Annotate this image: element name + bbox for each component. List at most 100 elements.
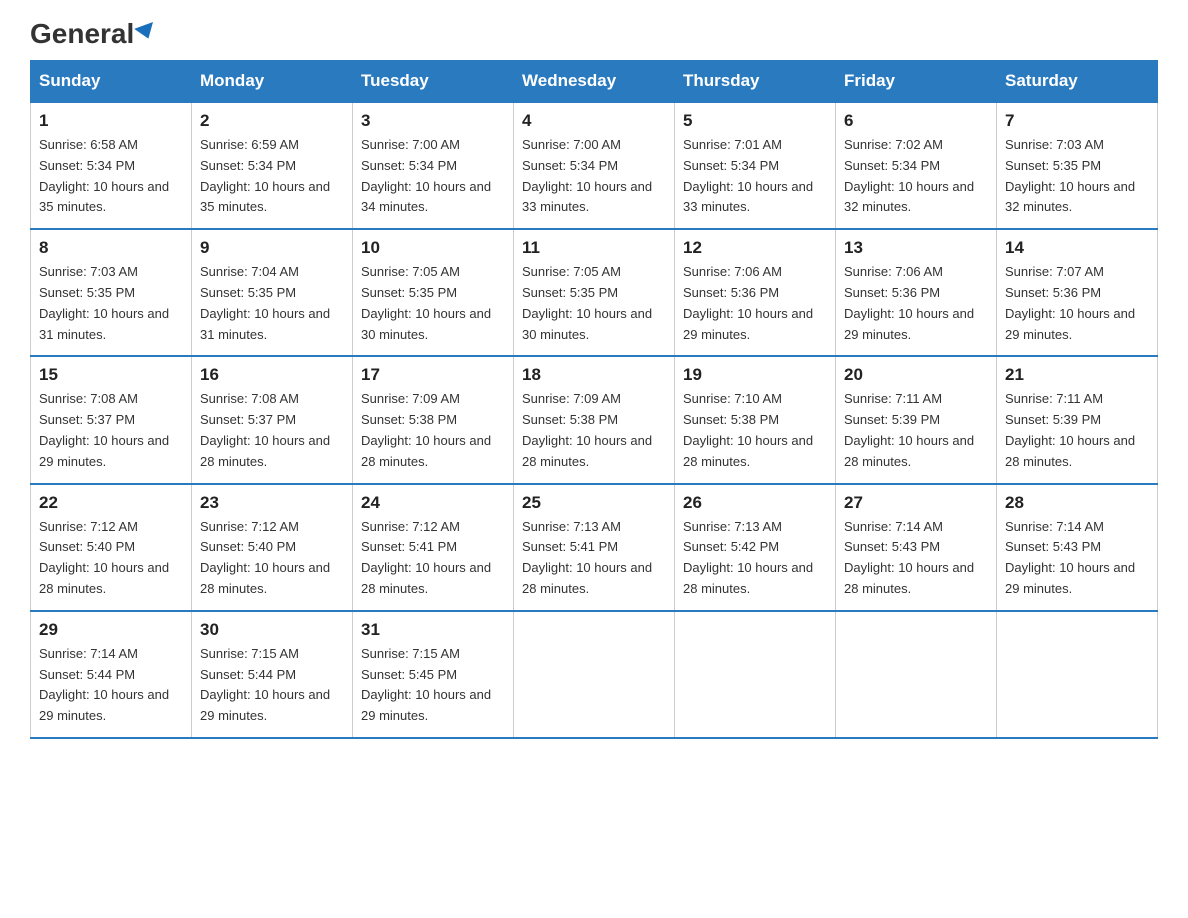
calendar-cell: 5 Sunrise: 7:01 AM Sunset: 5:34 PM Dayli… — [675, 102, 836, 229]
day-info: Sunrise: 7:09 AM Sunset: 5:38 PM Dayligh… — [522, 389, 666, 472]
day-number: 13 — [844, 238, 988, 258]
logo: General — [30, 20, 156, 50]
weekday-header-sunday: Sunday — [31, 61, 192, 103]
day-info: Sunrise: 7:14 AM Sunset: 5:44 PM Dayligh… — [39, 644, 183, 727]
logo-text: General — [30, 20, 156, 48]
day-number: 26 — [683, 493, 827, 513]
calendar-week-row: 29 Sunrise: 7:14 AM Sunset: 5:44 PM Dayl… — [31, 611, 1158, 738]
day-info: Sunrise: 7:05 AM Sunset: 5:35 PM Dayligh… — [361, 262, 505, 345]
day-info: Sunrise: 7:14 AM Sunset: 5:43 PM Dayligh… — [1005, 517, 1149, 600]
calendar-cell: 10 Sunrise: 7:05 AM Sunset: 5:35 PM Dayl… — [353, 229, 514, 356]
calendar-cell: 14 Sunrise: 7:07 AM Sunset: 5:36 PM Dayl… — [997, 229, 1158, 356]
weekday-header-tuesday: Tuesday — [353, 61, 514, 103]
day-number: 31 — [361, 620, 505, 640]
day-info: Sunrise: 7:09 AM Sunset: 5:38 PM Dayligh… — [361, 389, 505, 472]
day-info: Sunrise: 7:04 AM Sunset: 5:35 PM Dayligh… — [200, 262, 344, 345]
day-number: 2 — [200, 111, 344, 131]
day-info: Sunrise: 7:07 AM Sunset: 5:36 PM Dayligh… — [1005, 262, 1149, 345]
day-info: Sunrise: 7:15 AM Sunset: 5:44 PM Dayligh… — [200, 644, 344, 727]
calendar-week-row: 22 Sunrise: 7:12 AM Sunset: 5:40 PM Dayl… — [31, 484, 1158, 611]
day-info: Sunrise: 7:05 AM Sunset: 5:35 PM Dayligh… — [522, 262, 666, 345]
day-number: 19 — [683, 365, 827, 385]
calendar-cell: 24 Sunrise: 7:12 AM Sunset: 5:41 PM Dayl… — [353, 484, 514, 611]
day-info: Sunrise: 6:59 AM Sunset: 5:34 PM Dayligh… — [200, 135, 344, 218]
day-number: 17 — [361, 365, 505, 385]
day-info: Sunrise: 7:03 AM Sunset: 5:35 PM Dayligh… — [1005, 135, 1149, 218]
calendar-cell: 21 Sunrise: 7:11 AM Sunset: 5:39 PM Dayl… — [997, 356, 1158, 483]
day-info: Sunrise: 7:01 AM Sunset: 5:34 PM Dayligh… — [683, 135, 827, 218]
weekday-header-saturday: Saturday — [997, 61, 1158, 103]
calendar-cell: 19 Sunrise: 7:10 AM Sunset: 5:38 PM Dayl… — [675, 356, 836, 483]
calendar-cell: 28 Sunrise: 7:14 AM Sunset: 5:43 PM Dayl… — [997, 484, 1158, 611]
calendar-cell: 4 Sunrise: 7:00 AM Sunset: 5:34 PM Dayli… — [514, 102, 675, 229]
weekday-header-wednesday: Wednesday — [514, 61, 675, 103]
day-number: 23 — [200, 493, 344, 513]
weekday-header-row: SundayMondayTuesdayWednesdayThursdayFrid… — [31, 61, 1158, 103]
day-info: Sunrise: 7:15 AM Sunset: 5:45 PM Dayligh… — [361, 644, 505, 727]
day-info: Sunrise: 7:12 AM Sunset: 5:41 PM Dayligh… — [361, 517, 505, 600]
calendar-cell: 16 Sunrise: 7:08 AM Sunset: 5:37 PM Dayl… — [192, 356, 353, 483]
calendar-cell: 11 Sunrise: 7:05 AM Sunset: 5:35 PM Dayl… — [514, 229, 675, 356]
calendar-cell: 3 Sunrise: 7:00 AM Sunset: 5:34 PM Dayli… — [353, 102, 514, 229]
calendar-cell — [997, 611, 1158, 738]
day-number: 25 — [522, 493, 666, 513]
day-info: Sunrise: 7:06 AM Sunset: 5:36 PM Dayligh… — [844, 262, 988, 345]
day-info: Sunrise: 6:58 AM Sunset: 5:34 PM Dayligh… — [39, 135, 183, 218]
calendar-cell: 30 Sunrise: 7:15 AM Sunset: 5:44 PM Dayl… — [192, 611, 353, 738]
calendar-cell: 1 Sunrise: 6:58 AM Sunset: 5:34 PM Dayli… — [31, 102, 192, 229]
calendar-cell: 12 Sunrise: 7:06 AM Sunset: 5:36 PM Dayl… — [675, 229, 836, 356]
calendar-cell: 8 Sunrise: 7:03 AM Sunset: 5:35 PM Dayli… — [31, 229, 192, 356]
day-number: 14 — [1005, 238, 1149, 258]
day-info: Sunrise: 7:03 AM Sunset: 5:35 PM Dayligh… — [39, 262, 183, 345]
day-number: 12 — [683, 238, 827, 258]
logo-triangle-icon — [134, 22, 158, 42]
day-number: 8 — [39, 238, 183, 258]
day-info: Sunrise: 7:10 AM Sunset: 5:38 PM Dayligh… — [683, 389, 827, 472]
day-number: 7 — [1005, 111, 1149, 131]
day-number: 20 — [844, 365, 988, 385]
calendar-week-row: 1 Sunrise: 6:58 AM Sunset: 5:34 PM Dayli… — [31, 102, 1158, 229]
calendar-table: SundayMondayTuesdayWednesdayThursdayFrid… — [30, 60, 1158, 739]
calendar-cell: 31 Sunrise: 7:15 AM Sunset: 5:45 PM Dayl… — [353, 611, 514, 738]
calendar-cell: 27 Sunrise: 7:14 AM Sunset: 5:43 PM Dayl… — [836, 484, 997, 611]
calendar-cell: 6 Sunrise: 7:02 AM Sunset: 5:34 PM Dayli… — [836, 102, 997, 229]
day-number: 10 — [361, 238, 505, 258]
day-info: Sunrise: 7:11 AM Sunset: 5:39 PM Dayligh… — [844, 389, 988, 472]
day-number: 9 — [200, 238, 344, 258]
day-info: Sunrise: 7:14 AM Sunset: 5:43 PM Dayligh… — [844, 517, 988, 600]
day-number: 24 — [361, 493, 505, 513]
calendar-cell — [836, 611, 997, 738]
weekday-header-thursday: Thursday — [675, 61, 836, 103]
calendar-cell: 20 Sunrise: 7:11 AM Sunset: 5:39 PM Dayl… — [836, 356, 997, 483]
day-info: Sunrise: 7:08 AM Sunset: 5:37 PM Dayligh… — [39, 389, 183, 472]
day-info: Sunrise: 7:00 AM Sunset: 5:34 PM Dayligh… — [522, 135, 666, 218]
calendar-cell: 17 Sunrise: 7:09 AM Sunset: 5:38 PM Dayl… — [353, 356, 514, 483]
weekday-header-friday: Friday — [836, 61, 997, 103]
day-info: Sunrise: 7:13 AM Sunset: 5:41 PM Dayligh… — [522, 517, 666, 600]
day-number: 15 — [39, 365, 183, 385]
day-info: Sunrise: 7:06 AM Sunset: 5:36 PM Dayligh… — [683, 262, 827, 345]
day-number: 11 — [522, 238, 666, 258]
calendar-cell: 13 Sunrise: 7:06 AM Sunset: 5:36 PM Dayl… — [836, 229, 997, 356]
day-info: Sunrise: 7:08 AM Sunset: 5:37 PM Dayligh… — [200, 389, 344, 472]
calendar-cell: 7 Sunrise: 7:03 AM Sunset: 5:35 PM Dayli… — [997, 102, 1158, 229]
day-number: 22 — [39, 493, 183, 513]
calendar-cell: 18 Sunrise: 7:09 AM Sunset: 5:38 PM Dayl… — [514, 356, 675, 483]
calendar-cell: 26 Sunrise: 7:13 AM Sunset: 5:42 PM Dayl… — [675, 484, 836, 611]
day-info: Sunrise: 7:13 AM Sunset: 5:42 PM Dayligh… — [683, 517, 827, 600]
day-info: Sunrise: 7:00 AM Sunset: 5:34 PM Dayligh… — [361, 135, 505, 218]
day-number: 16 — [200, 365, 344, 385]
day-info: Sunrise: 7:11 AM Sunset: 5:39 PM Dayligh… — [1005, 389, 1149, 472]
day-number: 3 — [361, 111, 505, 131]
day-info: Sunrise: 7:12 AM Sunset: 5:40 PM Dayligh… — [200, 517, 344, 600]
calendar-week-row: 8 Sunrise: 7:03 AM Sunset: 5:35 PM Dayli… — [31, 229, 1158, 356]
day-number: 29 — [39, 620, 183, 640]
day-number: 28 — [1005, 493, 1149, 513]
day-number: 21 — [1005, 365, 1149, 385]
day-number: 27 — [844, 493, 988, 513]
calendar-cell — [514, 611, 675, 738]
calendar-cell — [675, 611, 836, 738]
day-number: 18 — [522, 365, 666, 385]
weekday-header-monday: Monday — [192, 61, 353, 103]
day-number: 1 — [39, 111, 183, 131]
